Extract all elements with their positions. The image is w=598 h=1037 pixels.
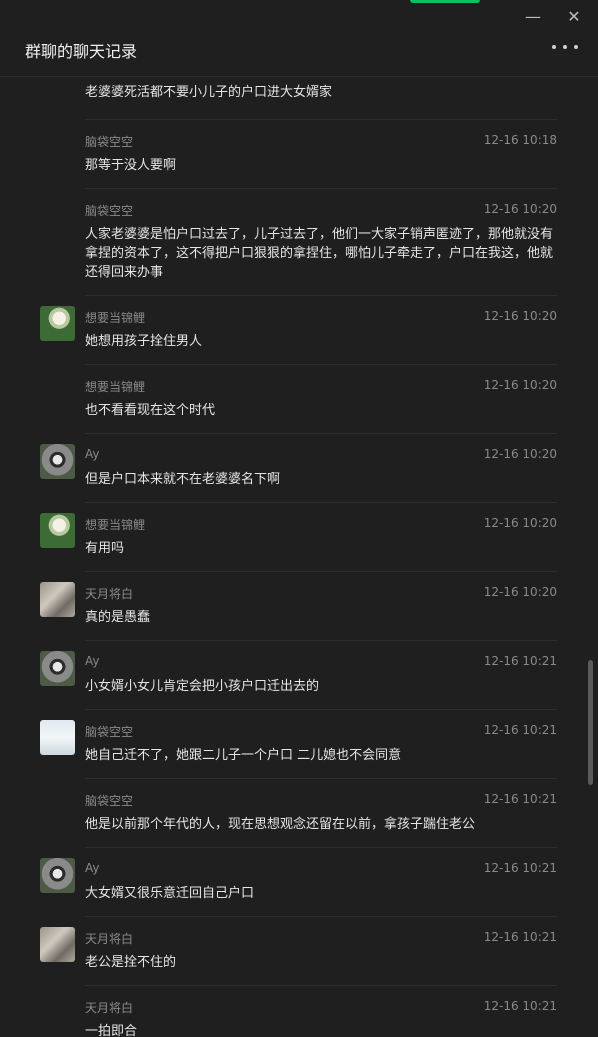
sender-name: 天月将白 — [85, 587, 134, 601]
divider — [85, 640, 557, 641]
divider — [85, 709, 557, 710]
sender-name: 脑袋空空 — [85, 794, 134, 808]
scrollbar[interactable] — [588, 660, 593, 785]
sender-name: 想要当锦鲤 — [85, 380, 146, 394]
message-text: 她想用孩子拴住男人 — [85, 334, 203, 349]
divider — [85, 847, 557, 848]
message-text: 人家老婆婆是怕户口过去了，儿子过去了，他们一大家子销声匿迹了，那他就没有拿捏的资… — [85, 227, 554, 280]
divider — [85, 188, 557, 189]
close-button[interactable]: ✕ — [563, 6, 585, 28]
chat-history-window: — ✕ 群聊的聊天记录 老婆婆死活都不要小儿子的户口进大女婿家 脑袋空空 12-16… — [0, 0, 598, 1037]
sender-name: 想要当锦鲤 — [85, 311, 146, 325]
sender-name: 脑袋空空 — [85, 135, 134, 149]
avatar[interactable] — [40, 582, 75, 617]
header: 群聊的聊天记录 — [0, 28, 598, 77]
divider — [85, 985, 557, 986]
message-timestamp: 12-16 10:20 — [483, 309, 557, 323]
message-timestamp: 12-16 10:21 — [483, 930, 557, 944]
message-timestamp: 12-16 10:20 — [483, 378, 557, 392]
message-text: 小女婿小女儿肯定会把小孩户口迁出去的 — [85, 679, 320, 694]
message-timestamp: 12-16 10:21 — [483, 861, 557, 875]
sender-name: Ay — [85, 861, 100, 875]
message-timestamp: 12-16 10:21 — [483, 792, 557, 806]
page-title: 群聊的聊天记录 — [25, 42, 138, 61]
divider — [85, 295, 557, 296]
message-text: 真的是愚蠢 — [85, 610, 151, 625]
message-text: 他是以前那个年代的人，现在思想观念还留在以前，拿孩子踹住老公 — [85, 817, 476, 832]
minimize-button[interactable]: — — [522, 6, 544, 28]
message-timestamp: 12-16 10:18 — [483, 133, 557, 147]
message-text: 也不看看现在这个时代 — [85, 403, 216, 418]
divider — [85, 916, 557, 917]
message-timestamp: 12-16 10:21 — [483, 723, 557, 737]
avatar[interactable] — [40, 444, 75, 479]
divider — [85, 502, 557, 503]
avatar[interactable] — [40, 720, 75, 755]
message-text: 她自己迁不了，她跟二儿子一个户口 二儿媳也不会同意 — [85, 748, 402, 763]
message-list[interactable]: 老婆婆死活都不要小儿子的户口进大女婿家 脑袋空空 12-16 10:18 那等于没人要… — [0, 77, 598, 1037]
message-text: 老婆婆死活都不要小儿子的户口进大女婿家 — [85, 85, 333, 100]
message-timestamp: 12-16 10:20 — [483, 516, 557, 530]
avatar[interactable] — [40, 858, 75, 893]
message-text: 老公是拴不住的 — [85, 955, 177, 970]
message-timestamp: 12-16 10:20 — [483, 202, 557, 216]
divider — [85, 119, 557, 120]
avatar[interactable] — [40, 306, 75, 341]
sender-name: Ay — [85, 447, 100, 461]
message-timestamp: 12-16 10:21 — [483, 999, 557, 1013]
top-accent-bar — [410, 0, 480, 3]
message-text: 一拍即合 — [85, 1024, 138, 1037]
divider — [85, 364, 557, 365]
divider — [85, 433, 557, 434]
avatar[interactable] — [40, 651, 75, 686]
sender-name: Ay — [85, 654, 100, 668]
message-timestamp: 12-16 10:20 — [483, 447, 557, 461]
sender-name: 脑袋空空 — [85, 725, 134, 739]
message-text: 大女婿又很乐意迁回自己户口 — [85, 886, 255, 901]
divider — [85, 778, 557, 779]
message-timestamp: 12-16 10:21 — [483, 654, 557, 668]
sender-name: 天月将白 — [85, 1001, 134, 1015]
message-text: 有用吗 — [85, 541, 125, 556]
sender-name: 想要当锦鲤 — [85, 518, 146, 532]
sender-name: 脑袋空空 — [85, 204, 134, 218]
divider — [85, 571, 557, 572]
message-timestamp: 12-16 10:20 — [483, 585, 557, 599]
message-text: 那等于没人要啊 — [85, 158, 177, 173]
message-text: 但是户口本来就不在老婆婆名下啊 — [85, 472, 281, 487]
avatar[interactable] — [40, 927, 75, 962]
avatar[interactable] — [40, 513, 75, 548]
sender-name: 天月将白 — [85, 932, 134, 946]
more-dots-icon[interactable] — [552, 37, 578, 57]
